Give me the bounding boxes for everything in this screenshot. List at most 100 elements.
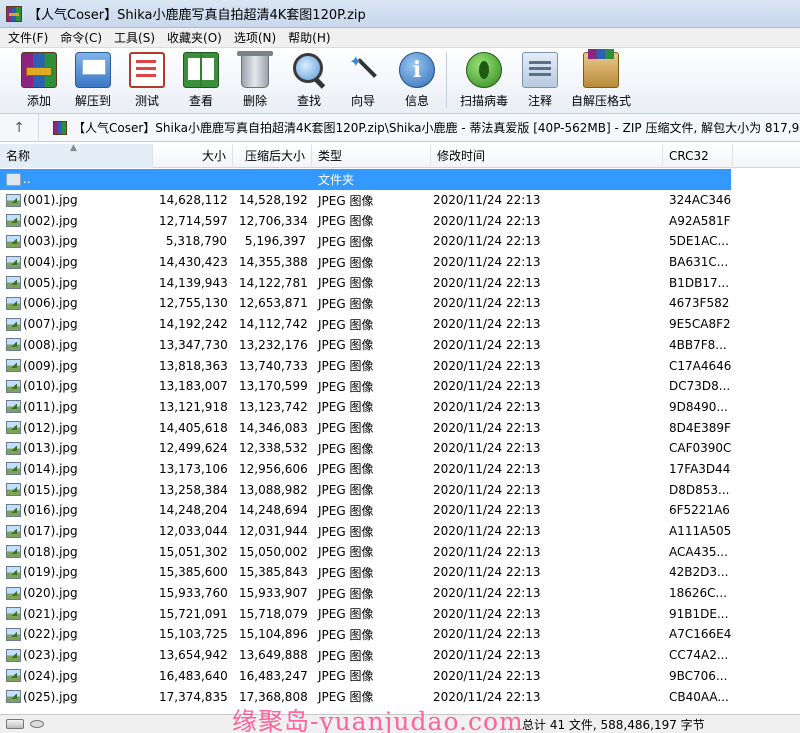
comment-button[interactable]: 注释 xyxy=(515,48,565,110)
header-packed-size[interactable]: 压缩后大小 xyxy=(233,144,312,168)
find-button[interactable]: 查找 xyxy=(282,48,336,110)
header-type[interactable]: 类型 xyxy=(312,144,431,168)
file-type: JPEG 图像 xyxy=(318,524,374,539)
file-row[interactable]: (020).jpg 15,933,760 15,933,907 JPEG 图像 2020… xyxy=(0,583,800,604)
sfx-button[interactable]: 自解压格式 xyxy=(565,48,637,110)
menu-tools[interactable]: 工具(S) xyxy=(108,29,161,46)
file-name: (016).jpg xyxy=(23,503,78,518)
file-type: JPEG 图像 xyxy=(318,255,374,270)
file-modified: 2020/11/24 22:13 xyxy=(433,586,541,601)
header-modified[interactable]: 修改时间 xyxy=(431,144,663,168)
file-packed-size: 14,346,083 xyxy=(239,420,308,435)
file-name: (009).jpg xyxy=(23,358,78,373)
file-row[interactable]: (007).jpg 14,192,242 14,112,742 JPEG 图像 2020… xyxy=(0,314,800,335)
header-size[interactable]: 大小 xyxy=(153,144,233,168)
view-button[interactable]: 查看 xyxy=(174,48,228,110)
parent-folder-row[interactable]: .. 文件夹 xyxy=(0,169,731,190)
file-row[interactable]: (005).jpg 14,139,943 14,122,781 JPEG 图像 2020… xyxy=(0,272,800,293)
add-button[interactable]: 添加 xyxy=(12,48,66,110)
file-row[interactable]: (011).jpg 13,121,918 13,123,742 JPEG 图像 2020… xyxy=(0,397,800,418)
file-row[interactable]: (023).jpg 13,654,942 13,649,888 JPEG 图像 2020… xyxy=(0,645,800,666)
menu-options[interactable]: 选项(N) xyxy=(228,29,282,46)
archive-path[interactable]: 【人气Coser】Shika小鹿鹿写真自拍超清4K套图120P.zip\Shik… xyxy=(73,119,800,136)
header-name[interactable]: 名称 ▲ xyxy=(0,143,153,168)
file-size: 15,103,725 xyxy=(159,627,228,642)
file-name: (023).jpg xyxy=(23,648,78,663)
wizard-button[interactable]: 向导 xyxy=(336,48,390,110)
file-row[interactable]: (009).jpg 13,818,363 13,740,733 JPEG 图像 2020… xyxy=(0,355,800,376)
file-row[interactable]: (014).jpg 13,173,106 12,956,606 JPEG 图像 2020… xyxy=(0,459,800,480)
jpeg-image-icon xyxy=(6,421,21,435)
jpeg-image-icon xyxy=(6,441,21,455)
menu-commands[interactable]: 命令(C) xyxy=(54,29,108,46)
file-crc32: 42B2D3... xyxy=(669,565,729,580)
parent-folder-name: .. xyxy=(23,172,31,187)
virus-scan-button-label: 扫描病毒 xyxy=(459,94,508,108)
file-packed-size: 12,706,334 xyxy=(239,213,308,228)
file-row[interactable]: (021).jpg 15,721,091 15,718,079 JPEG 图像 2020… xyxy=(0,603,800,624)
file-modified: 2020/11/24 22:13 xyxy=(433,213,541,228)
virus-scan-button[interactable]: 扫描病毒 xyxy=(453,48,515,110)
file-packed-size: 12,338,532 xyxy=(239,441,308,456)
file-row[interactable]: (008).jpg 13,347,730 13,232,176 JPEG 图像 2020… xyxy=(0,335,800,356)
jpeg-image-icon xyxy=(6,234,21,248)
test-button[interactable]: 测试 xyxy=(120,48,174,110)
address-bar: ↑ 【人气Coser】Shika小鹿鹿写真自拍超清4K套图120P.zip\Sh… xyxy=(0,113,800,142)
file-modified: 2020/11/24 22:13 xyxy=(433,255,541,270)
toolbar-separator xyxy=(446,52,447,108)
add-button-label: 添加 xyxy=(26,94,51,108)
file-row[interactable]: (013).jpg 12,499,624 12,338,532 JPEG 图像 2020… xyxy=(0,438,800,459)
file-size: 14,628,112 xyxy=(159,193,228,208)
file-row[interactable]: (017).jpg 12,033,044 12,031,944 JPEG 图像 2020… xyxy=(0,521,800,542)
jpeg-image-icon xyxy=(6,400,21,414)
file-row[interactable]: (003).jpg 5,318,790 5,196,397 JPEG 图像 2020/1… xyxy=(0,231,800,252)
virus-scan-icon xyxy=(466,52,502,88)
info-button[interactable]: 信息 xyxy=(390,48,444,110)
file-modified: 2020/11/24 22:13 xyxy=(433,461,541,476)
file-row[interactable]: (004).jpg 14,430,423 14,355,388 JPEG 图像 2020… xyxy=(0,252,800,273)
extract-to-button[interactable]: 解压到 xyxy=(66,48,120,110)
file-row[interactable]: (022).jpg 15,103,725 15,104,896 JPEG 图像 2020… xyxy=(0,624,800,645)
menu-favorites[interactable]: 收藏夹(O) xyxy=(161,29,228,46)
title-bar: 【人气Coser】Shika小鹿鹿写真自拍超清4K套图120P.zip xyxy=(0,0,800,28)
header-crc32[interactable]: CRC32 xyxy=(663,144,733,168)
file-modified: 2020/11/24 22:13 xyxy=(433,482,541,497)
file-packed-size: 12,956,606 xyxy=(239,461,308,476)
file-row[interactable]: (015).jpg 13,258,384 13,088,982 JPEG 图像 2020… xyxy=(0,479,800,500)
menu-file[interactable]: 文件(F) xyxy=(2,29,54,46)
file-modified: 2020/11/24 22:13 xyxy=(433,275,541,290)
file-name: (002).jpg xyxy=(23,213,78,228)
file-modified: 2020/11/24 22:13 xyxy=(433,524,541,539)
jpeg-image-icon xyxy=(6,276,21,290)
file-row[interactable]: (025).jpg 17,374,835 17,368,808 JPEG 图像 2020… xyxy=(0,686,800,707)
file-name: (015).jpg xyxy=(23,482,78,497)
file-row[interactable]: (006).jpg 12,755,130 12,653,871 JPEG 图像 2020… xyxy=(0,293,800,314)
wizard-button-label: 向导 xyxy=(350,94,375,108)
file-crc32: 8D4E389F xyxy=(669,420,731,435)
jpeg-image-icon xyxy=(6,524,21,538)
file-packed-size: 13,123,742 xyxy=(239,399,308,414)
file-size: 15,385,600 xyxy=(159,565,228,580)
file-crc32: 4673F582 xyxy=(669,296,730,311)
jpeg-image-icon xyxy=(6,607,21,621)
file-name: (020).jpg xyxy=(23,586,78,601)
menu-help[interactable]: 帮助(H) xyxy=(282,29,336,46)
file-row[interactable]: (010).jpg 13,183,007 13,170,599 JPEG 图像 2020… xyxy=(0,376,800,397)
file-row[interactable]: (018).jpg 15,051,302 15,050,002 JPEG 图像 2020… xyxy=(0,541,800,562)
file-type: JPEG 图像 xyxy=(318,317,374,332)
delete-button[interactable]: 删除 xyxy=(228,48,282,110)
up-folder-button[interactable]: ↑ xyxy=(0,113,40,142)
file-modified: 2020/11/24 22:13 xyxy=(433,441,541,456)
file-row[interactable]: (019).jpg 15,385,600 15,385,843 JPEG 图像 2020… xyxy=(0,562,800,583)
file-row[interactable]: (001).jpg 14,628,112 14,528,192 JPEG 图像 2020… xyxy=(0,190,800,211)
file-row[interactable]: (016).jpg 14,248,204 14,248,694 JPEG 图像 2020… xyxy=(0,500,800,521)
comment-button-label: 注释 xyxy=(527,94,552,108)
file-type: JPEG 图像 xyxy=(318,565,374,580)
file-name: (014).jpg xyxy=(23,461,78,476)
file-row[interactable]: (012).jpg 14,405,618 14,346,083 JPEG 图像 2020… xyxy=(0,417,800,438)
jpeg-image-icon xyxy=(6,483,21,497)
file-size: 13,183,007 xyxy=(159,379,228,394)
file-size: 13,173,106 xyxy=(159,461,228,476)
file-row[interactable]: (024).jpg 16,483,640 16,483,247 JPEG 图像 2020… xyxy=(0,666,800,687)
file-row[interactable]: (002).jpg 12,714,597 12,706,334 JPEG 图像 2020… xyxy=(0,210,800,231)
